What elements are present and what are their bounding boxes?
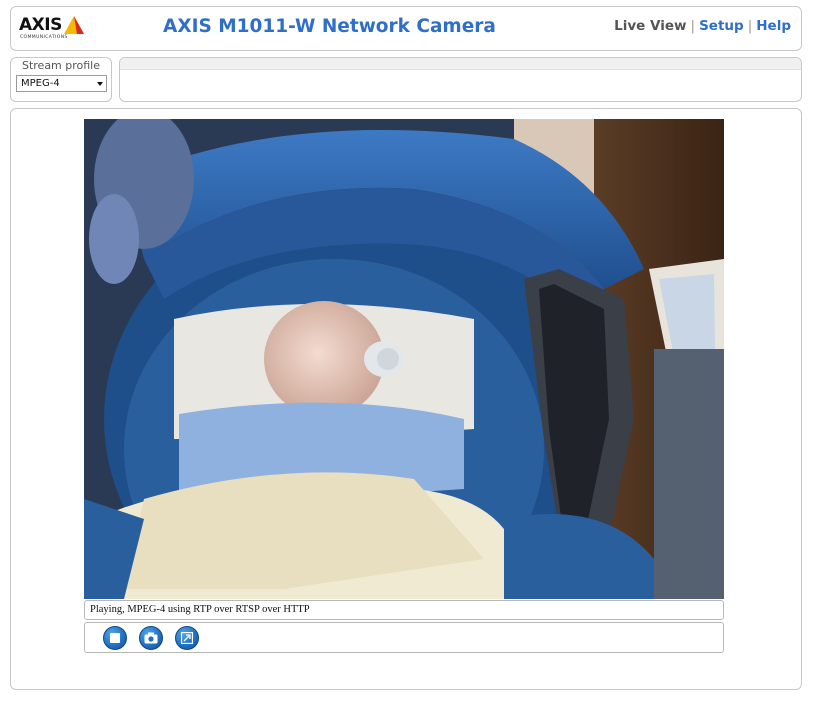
axis-logo[interactable]: AXIS COMMUNICATIONS (19, 14, 84, 42)
logo-triangle-icon (64, 16, 84, 34)
chevron-down-icon (97, 82, 103, 86)
nav-separator: | (747, 18, 753, 34)
header-bar: AXIS COMMUNICATIONS AXIS M1011-W Network… (10, 6, 802, 51)
video-status-bar: Playing, MPEG-4 using RTP over RTSP over… (84, 600, 724, 620)
stop-icon (110, 633, 120, 643)
logo-wordmark: AXIS (19, 15, 62, 35)
logo-tagline: COMMUNICATIONS (20, 35, 68, 40)
snapshot-camera-icon (144, 632, 158, 644)
stream-profile-select[interactable]: MPEG-4 (16, 75, 107, 92)
nav-separator: | (690, 18, 696, 34)
video-controls (84, 622, 724, 653)
page-title: AXIS M1011-W Network Camera (163, 16, 496, 37)
stream-profile-panel: Stream profile MPEG-4 (10, 57, 112, 102)
video-stream[interactable] (84, 119, 724, 599)
stop-button[interactable] (103, 626, 127, 650)
stream-profile-value: MPEG-4 (21, 78, 60, 89)
toolbar-band (120, 58, 801, 70)
snapshot-button[interactable] (139, 626, 163, 650)
nav-setup[interactable]: Setup (699, 18, 744, 34)
video-frame-image (84, 119, 724, 599)
stream-profile-label: Stream profile (21, 59, 101, 72)
top-nav: Live View | Setup | Help (614, 18, 791, 34)
nav-help[interactable]: Help (756, 18, 791, 34)
toolbar-panel (119, 57, 802, 102)
fullscreen-button[interactable] (175, 626, 199, 650)
nav-live-view[interactable]: Live View (614, 18, 686, 34)
fullscreen-icon (181, 632, 193, 644)
